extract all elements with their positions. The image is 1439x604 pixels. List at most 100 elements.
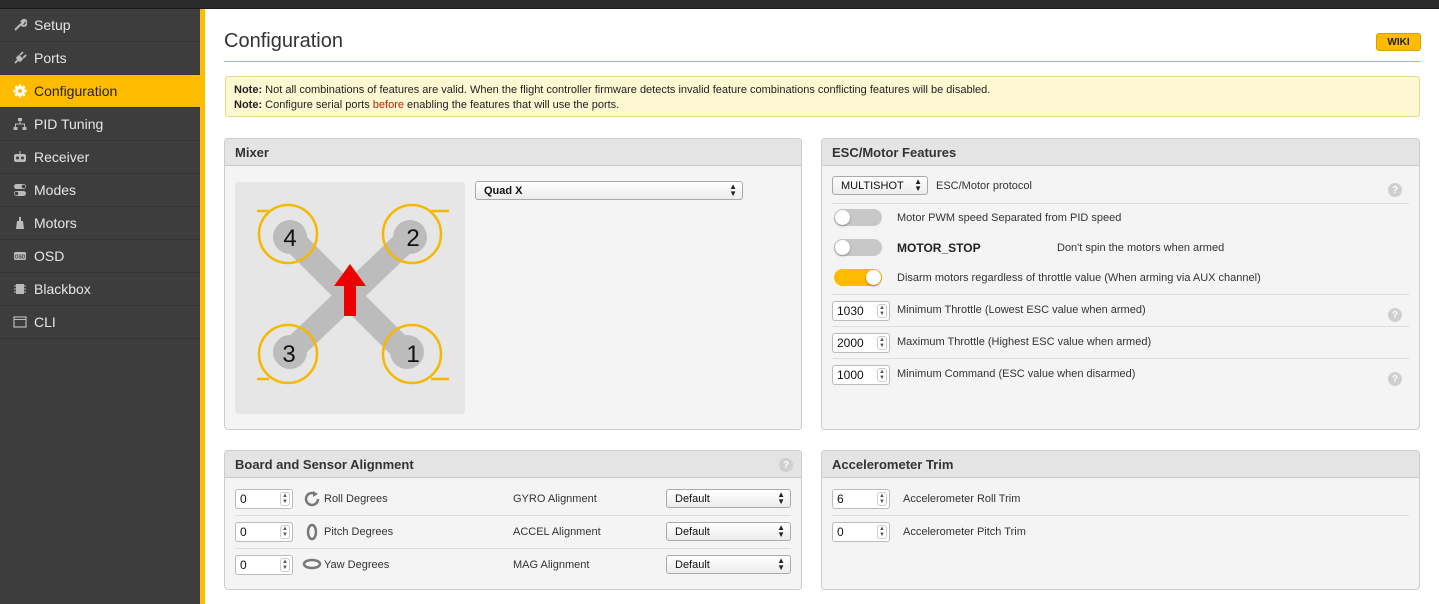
- motor-stop-desc: Don't spin the motors when armed: [1057, 242, 1225, 254]
- accel-alignment-label: ACCEL Alignment: [513, 526, 601, 538]
- row-divider: [832, 294, 1409, 295]
- disarm-label: Disarm motors regardless of throttle val…: [897, 272, 1261, 284]
- sidebar-item-receiver[interactable]: Receiver: [0, 141, 200, 174]
- sidebar-item-label: Receiver: [34, 149, 90, 165]
- esc-protocol-label: ESC/Motor protocol: [936, 180, 1032, 192]
- sidebar-item-pid-tuning[interactable]: PID Tuning: [0, 108, 200, 141]
- row-divider: [235, 515, 791, 516]
- sidebar-item-label: OSD: [34, 248, 65, 264]
- esc-protocol-select[interactable]: MULTISHOT ▲ ▼: [832, 176, 928, 195]
- window-top-bar: [0, 0, 1439, 9]
- osd-icon: OSD: [12, 248, 28, 264]
- pwm-separate-label: Motor PWM speed Separated from PID speed: [897, 212, 1122, 224]
- row-divider: [832, 515, 1409, 516]
- row-divider: [235, 548, 791, 549]
- motor-label-3: 3: [282, 341, 295, 368]
- sidebar-item-osd[interactable]: OSD OSD: [0, 240, 200, 273]
- row-divider: [832, 358, 1409, 359]
- plug-icon: [12, 50, 28, 66]
- title-divider: [224, 61, 1420, 62]
- select-arrows-icon: ▲ ▼: [777, 556, 785, 572]
- help-icon[interactable]: ?: [1388, 372, 1402, 386]
- motor-icon: [12, 215, 28, 231]
- spinner-icon[interactable]: ▲ ▼: [280, 525, 290, 539]
- mixer-select[interactable]: Quad X ▲ ▼: [475, 181, 743, 200]
- pitch-degrees-input[interactable]: 0 ▲ ▼: [235, 522, 293, 542]
- motor-label-1: 1: [406, 341, 419, 368]
- accel-roll-trim-input[interactable]: 6 ▲ ▼: [832, 489, 890, 509]
- pitch-icon: [303, 523, 321, 544]
- motor-label-2: 2: [406, 225, 419, 252]
- min-throttle-label: Minimum Throttle (Lowest ESC value when …: [897, 304, 1146, 316]
- note-line-2: Note: Configure serial ports before enab…: [234, 99, 620, 111]
- max-throttle-label: Maximum Throttle (Highest ESC value when…: [897, 336, 1152, 348]
- sidebar-item-motors[interactable]: Motors: [0, 207, 200, 240]
- sidebar-item-label: PID Tuning: [34, 116, 104, 132]
- sidebar-item-label: Motors: [34, 215, 77, 231]
- spinner-icon[interactable]: ▲ ▼: [877, 525, 887, 539]
- help-icon[interactable]: ?: [779, 458, 793, 472]
- spinner-icon[interactable]: ▲ ▼: [280, 558, 290, 572]
- mag-alignment-select[interactable]: Default ▲ ▼: [666, 555, 791, 574]
- roll-degrees-input[interactable]: 0 ▲ ▼: [235, 489, 293, 509]
- roll-icon: [303, 490, 321, 511]
- spinner-icon[interactable]: ▲ ▼: [877, 336, 887, 350]
- help-icon[interactable]: ?: [1388, 183, 1402, 197]
- terminal-icon: [12, 314, 28, 330]
- accel-trim-panel: Accelerometer Trim 6 ▲ ▼ Accelerometer Rol…: [821, 450, 1420, 590]
- spinner-icon[interactable]: ▲ ▼: [877, 368, 887, 382]
- sidebar-item-ports[interactable]: Ports: [0, 42, 200, 75]
- spinner-icon[interactable]: ▲ ▼: [877, 492, 887, 506]
- help-icon[interactable]: ?: [1388, 308, 1402, 322]
- sidebar-item-setup[interactable]: Setup: [0, 9, 200, 42]
- motor-label-4: 4: [283, 225, 296, 252]
- sidebar-item-modes[interactable]: Modes: [0, 174, 200, 207]
- remote-icon: [12, 149, 28, 165]
- accel-alignment-select[interactable]: Default ▲ ▼: [666, 522, 791, 541]
- blackbox-icon: [12, 281, 28, 297]
- yaw-icon: [302, 557, 322, 576]
- accel-pitch-trim-label: Accelerometer Pitch Trim: [903, 526, 1026, 538]
- select-arrows-icon: ▲ ▼: [777, 490, 785, 506]
- pitch-degrees-label: Pitch Degrees: [324, 526, 394, 538]
- sidebar-item-cli[interactable]: CLI: [0, 306, 200, 339]
- sidebar-item-label: CLI: [34, 314, 56, 330]
- yaw-degrees-label: Yaw Degrees: [324, 559, 390, 571]
- min-command-input[interactable]: 1000 ▲ ▼: [832, 365, 890, 385]
- max-throttle-input[interactable]: 2000 ▲ ▼: [832, 333, 890, 353]
- spinner-icon[interactable]: ▲ ▼: [877, 304, 887, 318]
- toggle-knob: [835, 240, 850, 255]
- note-line-1: Note: Not all combinations of features a…: [234, 84, 991, 96]
- sidebar-item-configuration[interactable]: Configuration: [0, 75, 200, 108]
- sitemap-icon: [12, 116, 28, 132]
- sidebar-item-label: Modes: [34, 182, 77, 198]
- disarm-toggle[interactable]: [834, 269, 882, 286]
- accel-pitch-trim-input[interactable]: 0 ▲ ▼: [832, 522, 890, 542]
- sidebar-item-blackbox[interactable]: Blackbox: [0, 273, 200, 306]
- toggles-icon: [12, 182, 28, 198]
- row-divider: [832, 203, 1409, 204]
- gyro-alignment-label: GYRO Alignment: [513, 493, 597, 505]
- motor-stop-toggle[interactable]: [834, 239, 882, 256]
- min-throttle-input[interactable]: 1030 ▲ ▼: [832, 301, 890, 321]
- quad-x-diagram: 4 2 3 1: [235, 182, 465, 414]
- select-arrows-icon: ▲ ▼: [777, 523, 785, 539]
- sidebar-item-label: Configuration: [34, 83, 118, 99]
- spinner-icon[interactable]: ▲ ▼: [280, 492, 290, 506]
- sidebar-item-label: Ports: [34, 50, 67, 66]
- mag-alignment-label: MAG Alignment: [513, 559, 590, 571]
- wiki-button[interactable]: WIKI: [1376, 33, 1421, 51]
- mixer-panel: Mixer 4 2 3 1 Quad X ▲ ▼: [224, 138, 802, 430]
- alignment-panel: Board and Sensor Alignment ? 0 ▲ ▼ Roll De…: [224, 450, 802, 590]
- esc-motor-panel: ESC/Motor Features MULTISHOT ▲ ▼ ESC/Moto…: [821, 138, 1420, 430]
- sidebar-item-label: Blackbox: [34, 281, 91, 297]
- yaw-degrees-input[interactable]: 0 ▲ ▼: [235, 555, 293, 575]
- gyro-alignment-select[interactable]: Default ▲ ▼: [666, 489, 791, 508]
- main-content: Configuration WIKI Note: Not all combina…: [205, 9, 1439, 604]
- wrench-icon: [12, 17, 28, 33]
- feature-note: Note: Not all combinations of features a…: [225, 76, 1420, 117]
- toggle-knob: [835, 210, 850, 225]
- gear-icon: [12, 83, 28, 99]
- pwm-separate-toggle[interactable]: [834, 209, 882, 226]
- note-emphasis: before: [372, 99, 404, 111]
